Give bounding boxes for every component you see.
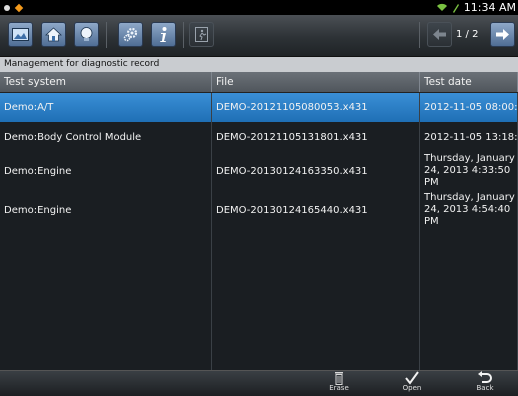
cell-file: DEMO-20121105131801.x431 [212,122,420,152]
action-bar: Erase Open Back [0,370,518,396]
prev-page-icon [433,29,446,40]
record-table: Demo:A/T DEMO-20121105080053.x431 2012-1… [0,93,518,370]
empty-cell [0,230,212,287]
battery-icon [452,3,459,13]
empty-cell [420,230,518,287]
cell-test-date: 2012-11-05 08:00:53 [420,93,518,122]
open-label: Open [402,384,422,392]
empty-cell [0,344,212,370]
page-title: Management for diagnostic record [0,57,518,72]
back-arrow-icon [478,371,492,383]
cell-file: DEMO-20121105080053.x431 [212,93,420,122]
cell-file: DEMO-20130124163350.x431 [212,152,420,190]
cell-test-system: Demo:Engine [0,152,212,190]
page-indicator: 1 / 2 [456,29,479,40]
column-header-test-date[interactable]: Test date [420,72,518,92]
settings-icon [123,27,138,42]
wifi-icon [436,3,447,11]
toolbar-divider [419,22,420,48]
back-label: Back [476,384,494,392]
next-page-button[interactable] [490,22,515,47]
cell-test-system: Demo:Engine [0,190,212,230]
app-notification-icon [14,3,24,12]
help-button[interactable] [74,22,99,47]
home-icon [45,27,62,42]
erase-label: Erase [329,384,349,392]
checkmark-icon [405,371,419,385]
column-header-test-system[interactable]: Test system [0,72,212,92]
notification-icon [4,4,10,11]
empty-cell [212,287,420,344]
prev-page-button[interactable] [427,22,452,47]
next-page-icon [496,29,509,40]
empty-cell [420,344,518,370]
settings-button[interactable] [118,22,143,47]
screen-button[interactable] [8,22,33,47]
cell-test-date: 2012-11-05 13:18:01 [420,122,518,152]
empty-table-row [0,287,518,345]
table-header: Test system File Test date [0,72,518,93]
cell-test-system: Demo:A/T [0,93,212,122]
column-header-file[interactable]: File [212,72,420,92]
table-row[interactable]: Demo:A/T DEMO-20121105080053.x431 2012-1… [0,93,518,123]
table-row[interactable]: Demo:Engine DEMO-20130124165440.x431 Thu… [0,190,518,231]
cell-file: DEMO-20130124165440.x431 [212,190,420,230]
empty-table-row [0,230,518,288]
cell-test-date: Thursday, January 24, 2013 4:54:40 PM [420,190,518,230]
empty-cell [212,230,420,287]
back-button[interactable]: Back [460,371,510,396]
lightbulb-icon [80,27,93,41]
screen-icon [12,28,29,41]
empty-table-row [0,344,518,370]
trash-icon [335,372,343,385]
exit-icon [195,27,208,42]
empty-cell [212,344,420,370]
info-button[interactable] [151,22,176,47]
home-button[interactable] [41,22,66,47]
empty-cell [0,287,212,344]
cell-test-date: Thursday, January 24, 2013 4:33:50 PM [420,152,518,190]
toolbar-divider [106,22,107,48]
exit-button[interactable] [189,22,214,47]
status-bar: 11:34 AM [0,0,518,15]
info-icon [160,27,167,42]
open-button[interactable]: Open [387,371,437,396]
table-row[interactable]: Demo:Engine DEMO-20130124163350.x431 Thu… [0,152,518,191]
status-time: 11:34 AM [463,1,516,14]
toolbar: 1 / 2 [0,15,518,57]
empty-cell [420,287,518,344]
erase-button[interactable]: Erase [314,371,364,396]
toolbar-divider [183,22,184,48]
cell-test-system: Demo:Body Control Module [0,122,212,152]
table-row[interactable]: Demo:Body Control Module DEMO-2012110513… [0,122,518,153]
